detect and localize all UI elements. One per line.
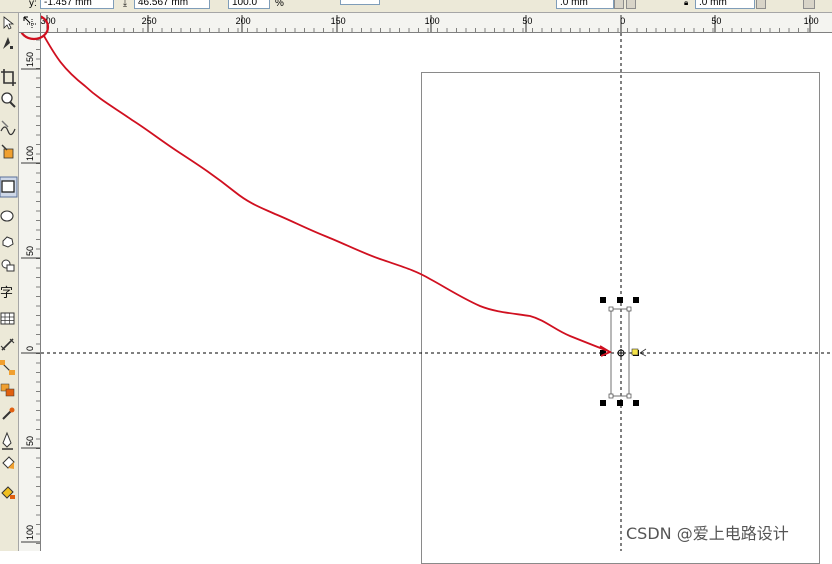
connector-tool-icon[interactable] xyxy=(0,360,15,375)
nudge-b-spinner[interactable] xyxy=(756,0,766,9)
options-button[interactable] xyxy=(803,0,815,9)
ellipse-tool-icon[interactable] xyxy=(0,210,14,222)
vruler-label: 50 xyxy=(25,436,35,446)
horizontal-ruler[interactable]: 300 250 200 150 100 50 0 50 100 xyxy=(19,13,832,33)
ruler-origin-icon xyxy=(23,16,37,28)
hruler-label: 100 xyxy=(425,16,440,26)
vruler-label: 50 xyxy=(25,246,35,256)
hruler-label: 150 xyxy=(331,16,346,26)
text-tool-icon[interactable]: 字 xyxy=(0,286,13,301)
scale-field[interactable]: 100.0 xyxy=(228,0,270,9)
y-label: y: xyxy=(29,0,37,9)
vruler-label: 150 xyxy=(25,52,35,67)
table-tool-icon[interactable] xyxy=(0,312,15,325)
zoom-tool-icon[interactable] xyxy=(1,92,16,108)
vruler-label: 0 xyxy=(25,346,35,351)
height-icon: ⤓ xyxy=(123,0,127,8)
freehand-tool-icon[interactable] xyxy=(0,120,16,136)
eyedropper-tool-icon[interactable] xyxy=(2,407,15,420)
polygon-tool-icon[interactable] xyxy=(2,236,14,248)
ruler-origin-corner[interactable] xyxy=(19,13,41,33)
toolbox: 字 xyxy=(0,13,19,551)
shape-tool-icon[interactable] xyxy=(3,37,13,49)
vertical-ruler-ticks: 150 100 50 0 50 100 xyxy=(21,39,40,544)
y-position-field[interactable]: -1.457 mm xyxy=(40,0,114,9)
hruler-label: 250 xyxy=(142,16,157,26)
page-border xyxy=(421,72,820,564)
hruler-label: 300 xyxy=(41,16,56,26)
hruler-label: 50 xyxy=(711,16,721,26)
nudge-a-stepper[interactable] xyxy=(626,0,636,9)
vruler-label: 100 xyxy=(25,146,35,161)
outline-pen-tool-icon[interactable] xyxy=(2,431,13,450)
interactive-fill-tool-icon[interactable] xyxy=(1,486,15,499)
lock-icon: 🔒︎ xyxy=(684,0,689,7)
nudge-a-spinner[interactable] xyxy=(614,0,624,9)
crop-tool-icon[interactable] xyxy=(1,69,16,86)
vruler-label: 100 xyxy=(25,525,35,540)
height-field[interactable]: 46.567 mm xyxy=(134,0,210,9)
fill-tool-icon[interactable] xyxy=(2,456,15,469)
rectangle-tool-icon[interactable] xyxy=(1,180,15,193)
watermark-text: CSDN @爱上电路设计 xyxy=(626,524,789,543)
property-bar: y: -1.457 mm ⤓ 46.567 mm 100.0 % .0 mm 🔒… xyxy=(0,0,832,13)
hruler-label: 100 xyxy=(804,16,819,26)
pick-tool-icon[interactable] xyxy=(3,16,15,30)
rotation-field[interactable] xyxy=(340,0,380,5)
nudge-field-a[interactable]: .0 mm xyxy=(556,0,614,9)
toolbox-icons: 字 xyxy=(0,16,18,499)
dimension-tool-icon[interactable] xyxy=(0,338,15,351)
blend-tool-icon[interactable] xyxy=(0,383,15,397)
hruler-label: 200 xyxy=(236,16,251,26)
vertical-ruler[interactable]: 150 100 50 0 50 100 xyxy=(19,33,41,551)
hruler-label: 50 xyxy=(522,16,532,26)
basic-shapes-tool-icon[interactable] xyxy=(1,259,15,272)
hruler-label: 0 xyxy=(620,16,625,26)
horizontal-ruler-ticks: 300 250 200 150 100 50 0 50 100 xyxy=(28,15,819,32)
scale-unit-label: % xyxy=(275,0,284,9)
nudge-field-b[interactable]: .0 mm xyxy=(695,0,755,9)
smart-fill-tool-icon[interactable] xyxy=(1,144,14,159)
